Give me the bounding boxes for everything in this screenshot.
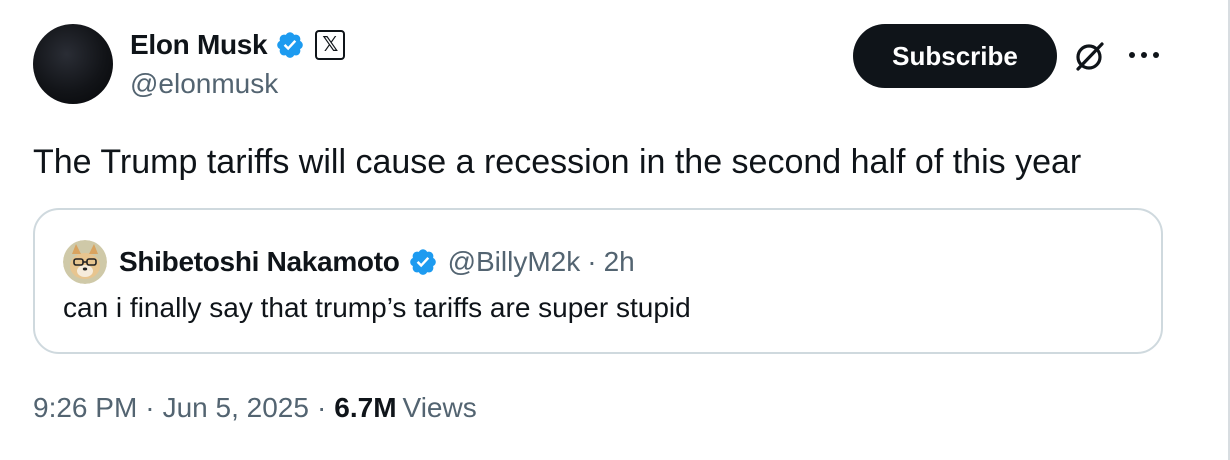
quoted-handle[interactable]: @BillyM2k [448, 246, 581, 278]
author-handle[interactable]: @elonmusk [130, 68, 345, 100]
quoted-tweet-card[interactable]: Shibetoshi Nakamoto @BillyM2k · 2h can i… [33, 208, 1163, 354]
quoted-timestamp[interactable]: 2h [604, 246, 635, 278]
x-logo-icon: 𝕏 [315, 30, 346, 60]
verified-badge-icon [409, 249, 436, 275]
tweet-time[interactable]: 9:26 PM [33, 392, 137, 424]
quoted-header: Shibetoshi Nakamoto @BillyM2k · 2h [119, 242, 635, 282]
subscribe-button[interactable]: Subscribe [853, 24, 1057, 88]
tweet-date[interactable]: Jun 5, 2025 [163, 392, 309, 424]
verified-badge-icon [277, 32, 304, 58]
author-display-name[interactable]: Elon Musk [130, 29, 268, 61]
author-avatar[interactable] [33, 24, 113, 104]
author-info: Elon Musk 𝕏 @elonmusk [130, 26, 346, 100]
quoted-tweet-text: can i finally say that trump’s tariffs a… [63, 292, 691, 323]
tweet-meta: 9:26 PM · Jun 5, 2025 · 6.7M Views [33, 392, 477, 424]
views-label: Views [402, 392, 477, 423]
tweet-text: The Trump tariffs will cause a recession… [33, 143, 1082, 181]
more-options-icon[interactable] [1124, 40, 1164, 70]
meta-separator: · [316, 392, 327, 423]
quoted-display-name[interactable]: Shibetoshi Nakamoto [119, 246, 400, 278]
meta-separator: · [145, 392, 155, 423]
views-count: 6.7M [334, 392, 397, 423]
grok-icon[interactable] [1070, 36, 1110, 76]
author-name-row: Elon Musk 𝕏 [130, 26, 346, 64]
tweet-view: Elon Musk 𝕏 @elonmusk Subscribe The Trum… [0, 0, 1230, 460]
quoted-separator: · [587, 246, 597, 277]
quoted-author-avatar[interactable] [63, 240, 107, 284]
x-logo-glyph: 𝕏 [322, 34, 339, 56]
